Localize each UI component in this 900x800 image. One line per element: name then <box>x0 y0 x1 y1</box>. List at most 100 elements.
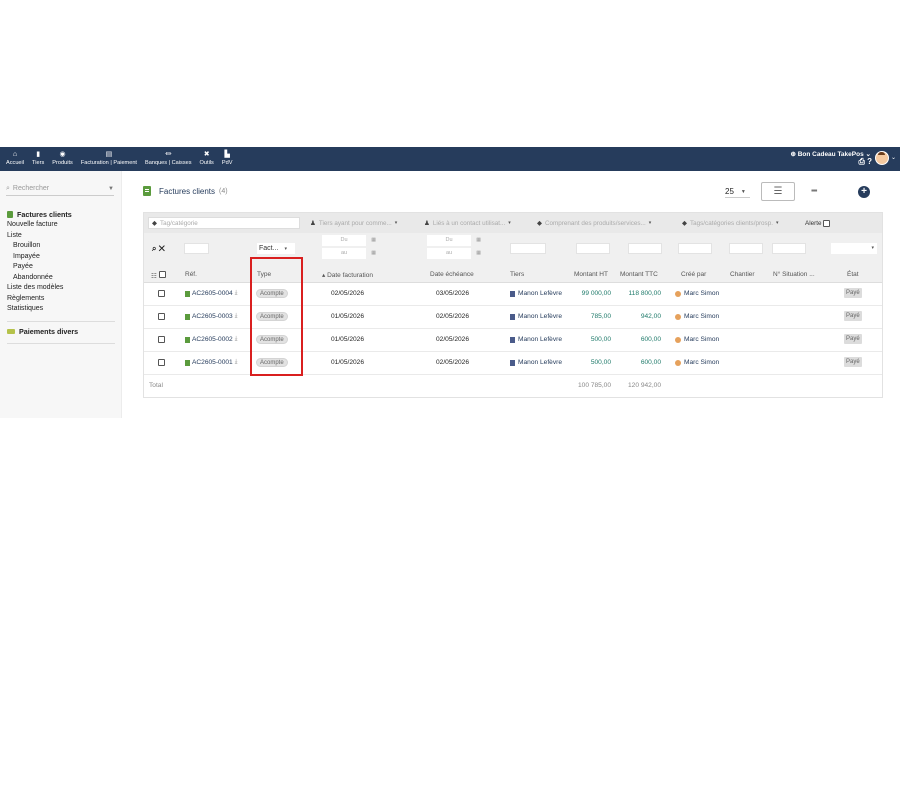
filter-bar: ◆ Tag/catégorie ♟ Tiers ayant pour comme..… <box>144 213 882 233</box>
record-count: (4) <box>219 187 228 195</box>
ht-search-input[interactable] <box>576 243 610 254</box>
column-chantier[interactable]: Chantier <box>730 271 755 278</box>
nav-tiers[interactable]: ▮ Tiers <box>28 149 48 169</box>
chevron-down-icon: ▼ <box>108 185 114 192</box>
tiers-link[interactable]: Manon Lefèvre <box>510 359 562 366</box>
sidebar-item-nouvelle-facture[interactable]: Nouvelle facture <box>7 220 115 231</box>
sidebar-item-abandonnee[interactable]: Abandonnée <box>7 273 115 284</box>
row-checkbox[interactable] <box>158 359 165 366</box>
state-filter-select[interactable]: ▾ <box>831 243 877 254</box>
column-situation[interactable]: N° Situation ... <box>773 271 815 278</box>
tiers-link[interactable]: Manon Lefèvre <box>510 336 562 343</box>
close-icon[interactable]: ✕ <box>159 244 165 253</box>
column-montant-ttc[interactable]: Montant TTC <box>620 271 658 278</box>
products-filter[interactable]: ◆ Comprenant des produits/services... ▾ <box>537 217 651 229</box>
invoice-ref-link[interactable]: AC2605-0004 ⤓ <box>185 290 237 297</box>
column-state[interactable]: État <box>847 271 859 278</box>
user-icon <box>675 359 681 366</box>
avatar[interactable] <box>874 151 889 165</box>
sidebar-item-reglements[interactable]: Règlements <box>7 294 115 305</box>
row-checkbox[interactable] <box>158 336 165 343</box>
invoice-ref-link[interactable]: AC2605-0003 ⤓ <box>185 313 237 320</box>
nav-label: Accueil <box>6 160 25 166</box>
column-selector[interactable]: ☷ <box>151 271 166 280</box>
column-created-by[interactable]: Créé par <box>681 271 706 278</box>
user-text: Marc Simon <box>684 359 720 366</box>
ref-search-input[interactable] <box>184 243 209 254</box>
sidebar-search[interactable]: ⌕ Rechercher ▼ <box>6 182 114 196</box>
sidebar-item-payee[interactable]: Payée <box>7 262 115 273</box>
total-row: Total 100 785,00 120 942,00 <box>144 375 882 397</box>
status-badge: Payé <box>844 334 862 344</box>
nav-outils[interactable]: ✖ Outils <box>196 149 218 169</box>
tag-filter[interactable]: ◆ Tag/catégorie <box>148 217 300 229</box>
sidebar-item-impayee[interactable]: Impayée <box>7 252 115 263</box>
sidebar-item-brouillon[interactable]: Brouillon <box>7 241 115 252</box>
kanban-view-button[interactable]: ▪▪▪ <box>811 186 817 195</box>
page-size-select[interactable]: 25 ▼ <box>725 187 750 198</box>
nav-banques[interactable]: ⏛ Banques | Caisses <box>141 149 196 169</box>
ttc-search-input[interactable] <box>628 243 662 254</box>
column-date-facturation[interactable]: ▴ Date facturation <box>322 271 373 279</box>
column-ref[interactable]: Réf. <box>185 271 197 278</box>
nav-accueil[interactable]: ⌂ Accueil <box>2 149 28 169</box>
user-link[interactable]: Marc Simon <box>675 290 719 297</box>
list-view-button[interactable]: ☰ <box>761 182 795 201</box>
invoice-ref-link[interactable]: AC2605-0002 ⤓ <box>185 336 237 343</box>
user-text: Marc Simon <box>684 290 720 297</box>
tiers-link[interactable]: Manon Lefèvre <box>510 290 562 297</box>
alert-filter[interactable]: Alerte <box>805 217 831 229</box>
nav-pdv[interactable]: ▙ PdV <box>218 149 237 169</box>
date-echeance-range[interactable]: Du au <box>427 235 482 261</box>
date-from-input[interactable]: Du <box>427 235 481 246</box>
user-icon: ♟ <box>310 220 316 227</box>
date-echeance: 02/05/2026 <box>436 359 470 366</box>
user-search-input[interactable] <box>678 243 712 254</box>
pdf-download-icon[interactable]: ⤓ <box>235 359 238 366</box>
menu-section-factures-clients[interactable]: Factures clients <box>7 209 115 220</box>
column-date-echeance[interactable]: Date échéance <box>430 271 474 278</box>
pdf-download-icon[interactable]: ⤓ <box>235 313 238 320</box>
nav-produits[interactable]: ◉ Produits <box>48 149 77 169</box>
print-help-icon[interactable]: ⎙ ? <box>858 157 872 167</box>
select-all-checkbox[interactable] <box>158 271 166 278</box>
chevron-down-icon[interactable]: ⌄ <box>891 154 896 161</box>
chevron-down-icon: ▾ <box>284 245 287 252</box>
user-link[interactable]: Marc Simon <box>675 336 719 343</box>
customer-tags-filter[interactable]: ◆ Tags/catégories clients/prosp. ▾ <box>682 217 778 229</box>
pdf-download-icon[interactable]: ⤓ <box>235 336 238 343</box>
date-facturation-range[interactable]: Du au <box>322 235 377 261</box>
search-button[interactable]: ⌕ ✕ <box>152 244 165 254</box>
alert-checkbox[interactable] <box>823 219 831 227</box>
chevron-down-icon: ▾ <box>648 220 652 226</box>
date-from-input[interactable]: Du <box>322 235 376 246</box>
date-to-input[interactable]: au <box>322 248 376 259</box>
search-input[interactable]: Rechercher <box>13 185 49 192</box>
row-checkbox[interactable] <box>158 313 165 320</box>
chantier-search-input[interactable] <box>729 243 763 254</box>
menu-section-paiements-divers[interactable]: Paiements divers <box>7 326 115 337</box>
add-invoice-button[interactable]: + <box>858 186 870 198</box>
invoice-ref-link[interactable]: AC2605-0001 ⤓ <box>185 359 237 366</box>
tiers-search-input[interactable] <box>510 243 546 254</box>
user-link[interactable]: Marc Simon <box>675 313 719 320</box>
sidebar-item-statistiques[interactable]: Statistiques <box>7 304 115 315</box>
date-to-input[interactable]: au <box>427 248 481 259</box>
user-link[interactable]: Marc Simon <box>675 359 719 366</box>
type-filter-select[interactable]: Fact... ▾ <box>257 243 295 254</box>
thirdparty-filter[interactable]: ♟ Tiers ayant pour comme... ▾ <box>310 217 397 229</box>
montant-ht: 500,00 <box>590 359 611 366</box>
pdf-download-icon[interactable]: ⤓ <box>235 290 238 297</box>
situation-search-input[interactable] <box>772 243 806 254</box>
contact-filter[interactable]: ♟ Liés à un contact utilisat... ▾ <box>424 217 511 229</box>
nav-facturation[interactable]: ▤ Facturation | Paiement <box>77 149 141 169</box>
tiers-text: Manon Lefèvre <box>518 336 562 343</box>
total-ttc: 120 942,00 <box>627 382 661 389</box>
tiers-link[interactable]: Manon Lefèvre <box>510 313 562 320</box>
column-tiers[interactable]: Tiers <box>510 271 524 278</box>
column-montant-ht[interactable]: Montant HT <box>574 271 608 278</box>
sidebar-item-liste[interactable]: Liste <box>7 231 115 242</box>
montant-ttc: 600,00 <box>640 336 661 343</box>
row-checkbox[interactable] <box>158 290 165 297</box>
sidebar-item-modeles[interactable]: Liste des modèles <box>7 283 115 294</box>
